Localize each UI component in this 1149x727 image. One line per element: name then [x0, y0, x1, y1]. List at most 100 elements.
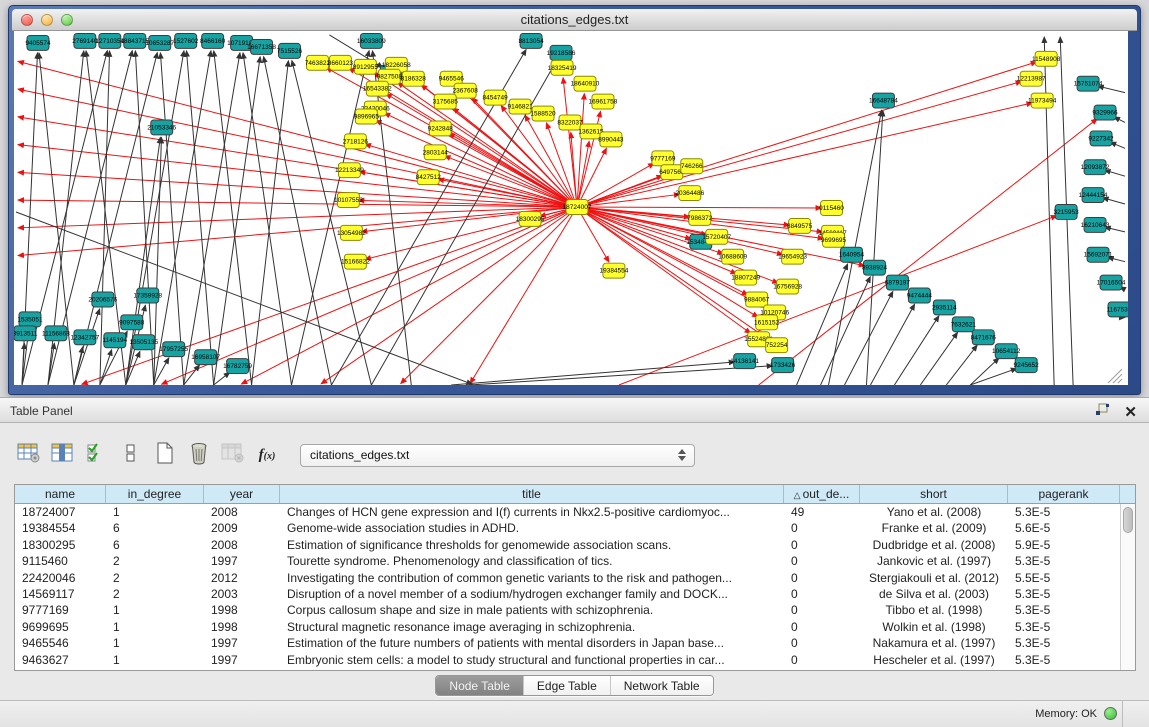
graph-node[interactable]: 19218586: [547, 45, 576, 60]
table-row[interactable]: 1938455462009Genome-wide association stu…: [15, 520, 1120, 536]
graph-node[interactable]: 8912955: [353, 59, 379, 74]
graph-node[interactable]: 8990443: [598, 132, 624, 147]
graph-node[interactable]: 16782759: [223, 359, 252, 374]
resize-grip-icon[interactable]: [1108, 369, 1122, 383]
graph-node[interactable]: 7986372: [687, 210, 713, 225]
graph-node[interactable]: 746266: [681, 159, 703, 174]
graph-hub-node[interactable]: 18724007: [563, 200, 592, 215]
graph-node[interactable]: 752254: [766, 338, 788, 353]
memory-status-icon[interactable]: [1104, 707, 1117, 720]
table-selector-dropdown[interactable]: citations_edges.txt: [300, 444, 695, 467]
graph-node[interactable]: 15720407: [702, 229, 731, 244]
graph-node[interactable]: 18640910: [571, 76, 600, 91]
graph-node[interactable]: 1615152: [754, 315, 780, 330]
graph-node[interactable]: 9242848: [428, 121, 454, 136]
graph-node[interactable]: 18807249: [731, 270, 760, 285]
tab-edge-table[interactable]: Edge Table: [523, 676, 610, 695]
column-header-title[interactable]: title: [280, 485, 784, 503]
graph-node[interactable]: 9097588: [119, 315, 145, 330]
graph-node[interactable]: 16756928: [773, 279, 802, 294]
graph-node[interactable]: 21053346: [147, 120, 176, 135]
table-row[interactable]: 2242004622012Investigating the contribut…: [15, 570, 1120, 586]
graph-node[interactable]: 16648784: [869, 93, 898, 108]
graph-node[interactable]: 1733426: [770, 358, 796, 373]
graph-node[interactable]: 8849575: [787, 218, 813, 233]
network-canvas[interactable]: 9405574276914012710354188437151065328715…: [14, 31, 1128, 385]
graph-node[interactable]: 16033809: [357, 33, 386, 48]
graph-node[interactable]: 17016504: [1097, 275, 1126, 290]
graph-node[interactable]: 20206576: [88, 292, 117, 307]
graph-node[interactable]: 8466160: [200, 33, 226, 48]
graph-node[interactable]: 15692071: [1084, 247, 1113, 262]
graph-node[interactable]: 10107553: [334, 193, 363, 208]
graph-node[interactable]: 10653287: [145, 35, 174, 50]
graph-node[interactable]: 16543382: [363, 81, 392, 96]
delete-column-button[interactable]: [184, 441, 214, 469]
graph-node[interactable]: 12213349: [335, 163, 364, 178]
graph-node[interactable]: 7463822: [305, 55, 331, 70]
column-header-out_de[interactable]: △out_de...: [784, 485, 860, 503]
graph-node[interactable]: 15166822: [341, 254, 370, 269]
graph-node[interactable]: 11156868: [42, 326, 70, 341]
graph-node[interactable]: 3913511: [14, 326, 38, 341]
table-row[interactable]: 969969511998Structural magnetic resonanc…: [15, 619, 1120, 635]
tab-node-table[interactable]: Node Table: [436, 676, 523, 695]
graph-node[interactable]: 8471676: [971, 330, 997, 345]
graph-node[interactable]: 10688609: [718, 249, 747, 264]
graph-node[interactable]: 11548908: [1032, 51, 1061, 66]
table-scrollbar[interactable]: [1120, 504, 1135, 670]
graph-node[interactable]: 1640954: [839, 247, 865, 262]
graph-node[interactable]: 9474444: [907, 288, 933, 303]
graph-node[interactable]: 6879197: [885, 275, 911, 290]
graph-node[interactable]: 8813054: [518, 33, 544, 48]
graph-node[interactable]: 9329966: [1092, 105, 1118, 120]
graph-node[interactable]: 8454749: [483, 90, 509, 105]
graph-node[interactable]: 9146821: [507, 99, 533, 114]
graph-node[interactable]: 16958107: [191, 350, 220, 365]
float-window-icon[interactable]: [1095, 403, 1110, 422]
graph-node[interactable]: 3215953: [1053, 205, 1079, 220]
select-columns-button[interactable]: [82, 441, 112, 469]
graph-node[interactable]: 19384554: [600, 263, 629, 278]
graph-node[interactable]: 8938924: [862, 260, 888, 275]
table-row[interactable]: 1830029562008Estimation of significance …: [15, 537, 1120, 553]
graph-node[interactable]: 2769140: [72, 33, 98, 48]
graph-node[interactable]: 2718126: [343, 134, 369, 149]
window-titlebar[interactable]: citations_edges.txt: [12, 9, 1137, 31]
graph-node[interactable]: 12444154: [1079, 188, 1108, 203]
graph-node[interactable]: 15751074: [1074, 76, 1103, 91]
graph-node[interactable]: 16961758: [589, 94, 618, 109]
graph-node[interactable]: 9896965: [354, 109, 380, 124]
table-row[interactable]: 946554611997Estimation of the future num…: [15, 635, 1120, 651]
graph-node[interactable]: 10654112: [992, 344, 1021, 359]
graph-node[interactable]: 9699695: [821, 232, 847, 247]
graph-node[interactable]: 2935114: [932, 300, 957, 315]
column-header-year[interactable]: year: [204, 485, 280, 503]
graph-node[interactable]: 8427512: [416, 170, 442, 185]
show-columns-button[interactable]: [48, 441, 78, 469]
graph-node[interactable]: 7632621: [951, 317, 977, 332]
table-row[interactable]: 1872400712008Changes of HCN gene express…: [15, 504, 1120, 520]
column-header-pagerank[interactable]: pagerank: [1008, 485, 1120, 503]
graph-node[interactable]: 18325419: [548, 60, 577, 75]
new-column-button[interactable]: [150, 441, 180, 469]
table-row[interactable]: 1456911722003Disruption of a novel membe…: [15, 586, 1120, 602]
column-header-in_degree[interactable]: in_degree: [106, 485, 204, 503]
graph-node[interactable]: 20364486: [675, 186, 704, 201]
graph-node[interactable]: 1145194: [102, 333, 127, 348]
graph-node[interactable]: 18300295: [516, 211, 545, 226]
graph-node[interactable]: 1588520: [530, 106, 556, 121]
graph-node[interactable]: 19654923: [778, 249, 807, 264]
table-mode-button[interactable]: [14, 441, 44, 469]
graph-node[interactable]: 16671358: [247, 39, 276, 54]
graph-node[interactable]: 1167533: [1107, 302, 1128, 317]
tab-network-table[interactable]: Network Table: [610, 676, 713, 695]
graph-node[interactable]: 9115460: [819, 201, 844, 216]
graph-node[interactable]: 12213987: [1017, 71, 1046, 86]
column-header-name[interactable]: name: [15, 485, 106, 503]
table-row[interactable]: 911546021997Tourette syndrome. Phenomeno…: [15, 553, 1120, 569]
graph-node[interactable]: 14136141: [730, 354, 759, 369]
graph-node[interactable]: 8660123: [328, 55, 354, 70]
function-builder-button[interactable]: f(x): [252, 441, 282, 469]
network-graph[interactable]: 9405574276914012710354188437151065328715…: [14, 31, 1128, 385]
